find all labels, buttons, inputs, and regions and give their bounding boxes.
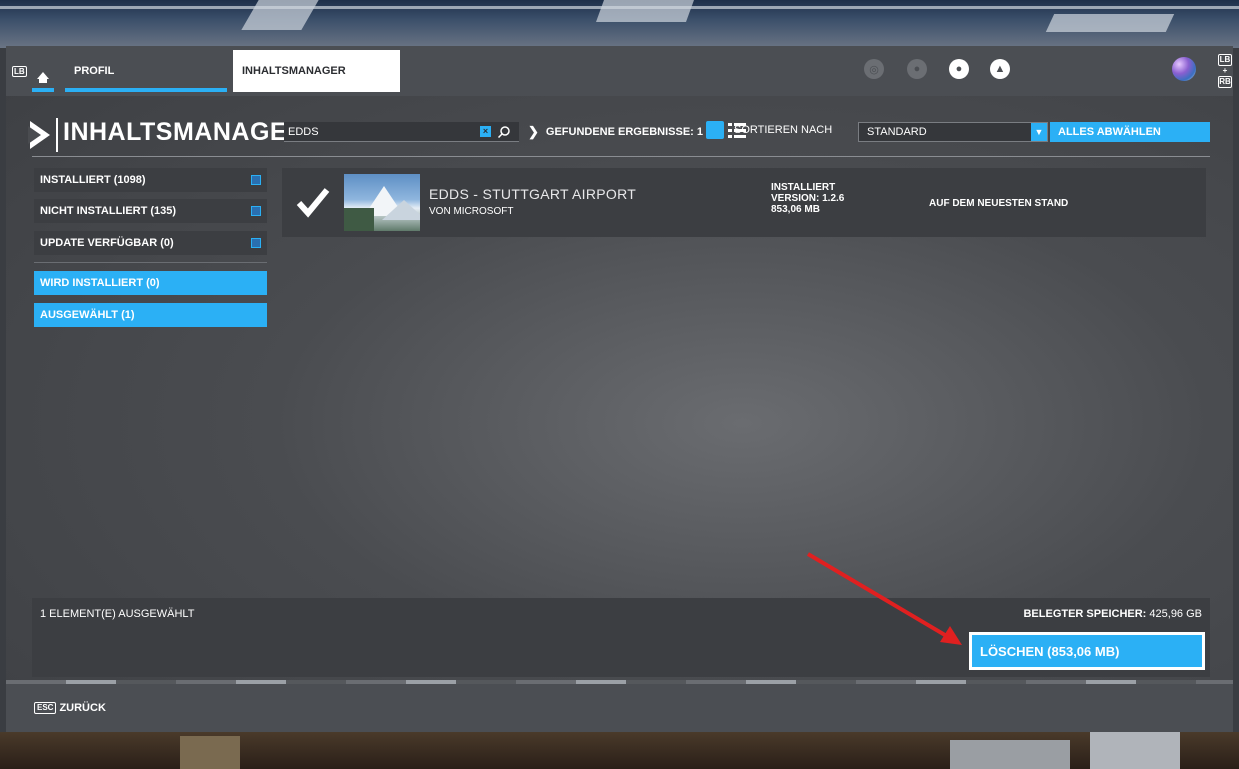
item-status-label: INSTALLIERT (771, 182, 836, 193)
status-installing-label: WIRD INSTALLIERT (0) (40, 277, 160, 289)
chevron-right-icon: ❯ (528, 124, 539, 139)
background-hangar-top (0, 0, 1239, 48)
sort-value: STANDARD (867, 126, 927, 138)
selected-count: 1 ELEMENT(E) AUSGEWÄHLT (40, 608, 195, 620)
search-field[interactable]: × (284, 122, 519, 142)
deselect-all-button[interactable]: ALLES ABWÄHLEN (1050, 122, 1210, 142)
content-manager-window: LB PROFIL INHALTSMANAGER ◎ ● ● ▲ LB + RB… (6, 46, 1233, 732)
package-thumbnail (344, 174, 420, 231)
back-button[interactable]: ESC ZURÜCK (34, 702, 106, 714)
clear-search-icon[interactable]: × (480, 126, 491, 137)
filter-installed-label: INSTALLIERT (1098) (40, 174, 146, 186)
delete-button[interactable]: LÖSCHEN (853,06 MB) (969, 632, 1205, 670)
background-hangar-bottom (0, 732, 1239, 769)
sort-label: SORTIEREN NACH (734, 124, 833, 136)
back-label: ZURÜCK (59, 702, 106, 714)
list-item[interactable]: EDDS - STUTTGART AIRPORT VON MICROSOFT I… (282, 168, 1206, 237)
status-selected[interactable]: AUSGEWÄHLT (1) (34, 303, 267, 327)
status-selected-label: AUSGEWÄHLT (1) (40, 309, 135, 321)
status-installing[interactable]: WIRD INSTALLIERT (0) (34, 271, 267, 295)
filter-not-installed-checkbox[interactable] (251, 206, 261, 216)
storage-value: 425,96 GB (1149, 608, 1202, 620)
footer-bar: ESC ZURÜCK (6, 684, 1233, 732)
search-input[interactable] (284, 125, 474, 138)
page-title: INHALTSMANAGER (63, 118, 306, 146)
filter-installed-checkbox[interactable] (251, 175, 261, 185)
checkmark-icon[interactable] (296, 186, 330, 218)
item-version: VERSION: 1.2.6 (771, 193, 845, 204)
chevron-logo-icon (28, 121, 52, 149)
filter-not-installed[interactable]: NICHT INSTALLIERT (135) (34, 199, 267, 223)
item-status: INSTALLIERT VERSION: 1.2.6 853,06 MB (771, 182, 844, 215)
esc-key-hint: ESC (34, 702, 57, 714)
title-separator (56, 118, 58, 152)
page-header: INHALTSMANAGER × ❯ GEFUNDENE ERGEBNISSE:… (6, 46, 1233, 166)
item-update-status: AUF DEM NEUESTEN STAND (929, 198, 1069, 209)
storage-label: BELEGTER SPEICHER: (1023, 608, 1147, 620)
search-icon[interactable] (497, 125, 511, 139)
filter-update-available-checkbox[interactable] (251, 238, 261, 248)
item-author: VON MICROSOFT (429, 206, 514, 217)
grid-view-icon[interactable] (706, 121, 724, 139)
storage-info: BELEGTER SPEICHER: 425,96 GB (1023, 608, 1202, 620)
results-count: ❯ GEFUNDENE ERGEBNISSE: 1 (528, 124, 703, 140)
header-divider (32, 156, 1210, 157)
selection-panel: 1 ELEMENT(E) AUSGEWÄHLT BELEGTER SPEICHE… (32, 598, 1210, 677)
filter-update-available[interactable]: UPDATE VERFÜGBAR (0) (34, 231, 267, 255)
results-label: GEFUNDENE ERGEBNISSE: 1 (545, 126, 703, 138)
item-title: EDDS - STUTTGART AIRPORT (429, 186, 637, 202)
sort-dropdown[interactable]: STANDARD ▼ (858, 122, 1048, 142)
filter-update-available-label: UPDATE VERFÜGBAR (0) (40, 237, 174, 249)
chevron-down-icon[interactable]: ▼ (1031, 123, 1047, 141)
filter-not-installed-label: NICHT INSTALLIERT (135) (40, 205, 177, 217)
item-size: 853,06 MB (771, 204, 820, 215)
filter-installed[interactable]: INSTALLIERT (1098) (34, 168, 267, 192)
sidebar-divider (34, 262, 267, 263)
